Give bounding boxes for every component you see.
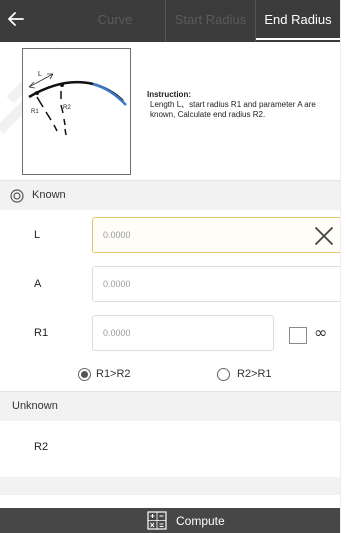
infinity-label: ∞ xyxy=(314,323,328,342)
top-bar: Curve Start Radius End Radius xyxy=(0,0,340,42)
l-input-value: 0.0000 xyxy=(103,230,131,240)
unknown-section-header: Unknown xyxy=(0,391,340,421)
param-label-a: A xyxy=(34,278,42,290)
instruction-title: Instruction: xyxy=(147,90,191,99)
tab-start-radius[interactable]: Start Radius xyxy=(165,0,255,42)
spiral-curve-figure: L R1 R2 xyxy=(28,71,127,136)
arrow-left-icon xyxy=(8,12,24,26)
tab-end-radius[interactable]: End Radius xyxy=(255,0,340,42)
unknown-label: Unknown xyxy=(12,400,58,412)
radio-r2-gt-r1[interactable] xyxy=(217,368,230,381)
target-icon xyxy=(10,189,24,203)
result-label-r2: R2 xyxy=(34,441,49,453)
divider-strip xyxy=(0,477,340,495)
active-tab-indicator xyxy=(256,38,340,40)
a-input[interactable]: 0.0000 xyxy=(92,266,342,302)
close-icon[interactable] xyxy=(313,225,335,247)
l-input[interactable]: 0.0000 xyxy=(92,217,342,253)
r1-input[interactable]: 0.0000 xyxy=(92,315,274,351)
radius-order-radio-group: R1>R2 R2>R1 xyxy=(0,362,346,388)
curve-diagram: L R1 R2 xyxy=(22,48,131,175)
param-row-a: A 0.0000 xyxy=(0,261,346,309)
param-label-r1: R1 xyxy=(34,327,49,339)
instruction-body: Length L、start radius R1 and parameter A… xyxy=(150,100,316,119)
back-button[interactable] xyxy=(4,5,36,35)
calculator-icon xyxy=(147,511,167,530)
known-section-header: Known xyxy=(0,180,340,210)
tab-curve[interactable]: Curve xyxy=(70,0,160,42)
param-row-l: L 0.0000 xyxy=(0,212,346,260)
radio-r2-gt-r1-label: R2>R1 xyxy=(237,368,272,380)
a-input-value: 0.0000 xyxy=(103,279,131,289)
result-row-r2: R2 xyxy=(0,421,340,477)
param-label-l: L xyxy=(34,229,41,241)
tab-end-radius-label: End Radius xyxy=(264,12,332,27)
r1-input-value: 0.0000 xyxy=(103,328,131,338)
diagram-label-r2: R2 xyxy=(63,105,71,111)
right-edge-strip xyxy=(340,0,346,533)
infinity-checkbox[interactable] xyxy=(289,327,307,344)
param-row-r1: R1 0.0000 ∞ xyxy=(0,310,346,358)
known-label: Known xyxy=(32,189,66,201)
radio-r1-gt-r2-label: R1>R2 xyxy=(96,368,131,380)
radio-r1-gt-r2[interactable] xyxy=(78,368,91,381)
compute-label: Compute xyxy=(176,514,225,528)
instruction-text: Instruction: Length L、start radius R1 an… xyxy=(147,90,342,120)
diagram-label-r1: R1 xyxy=(31,109,39,115)
compute-button[interactable]: Compute xyxy=(0,508,340,533)
diagram-label-l: L xyxy=(38,71,42,78)
